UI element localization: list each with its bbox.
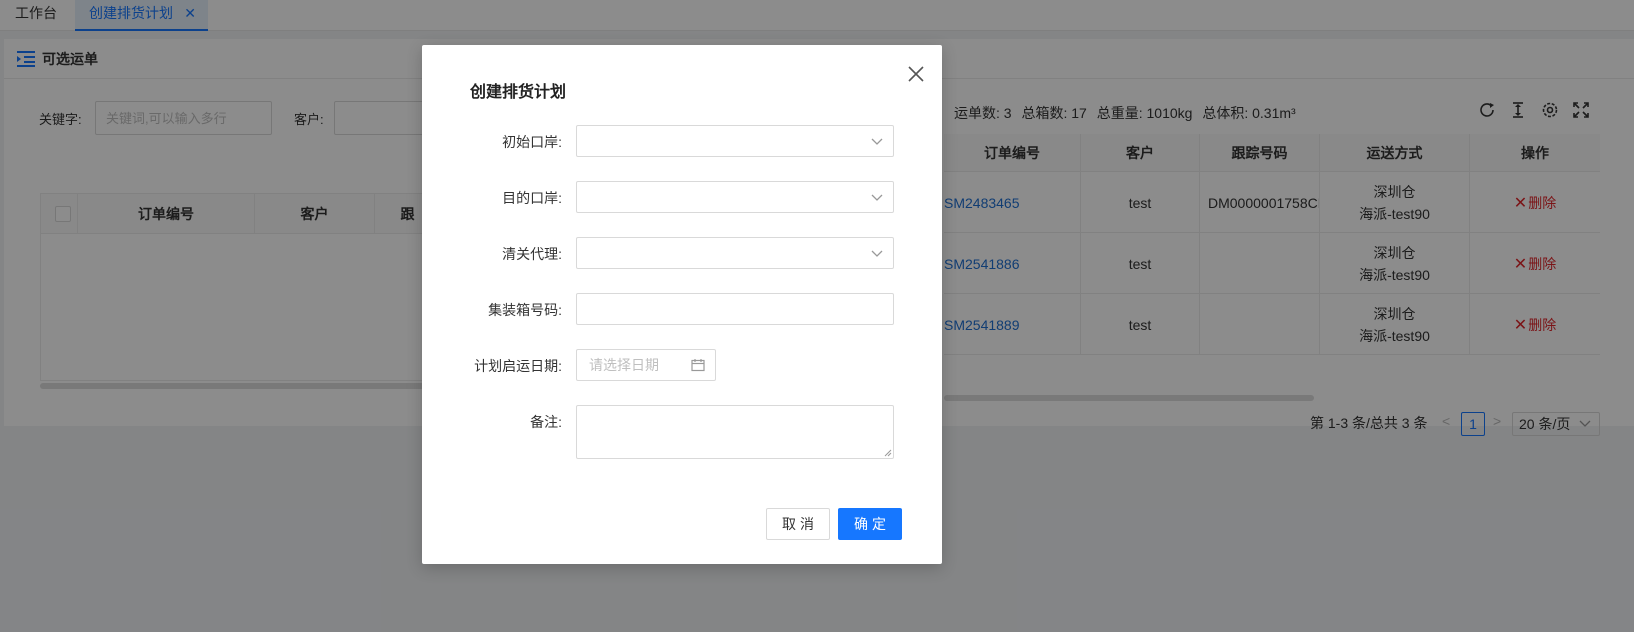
departure-date-picker[interactable]: 请选择日期 (576, 349, 716, 381)
origin-port-label: 初始口岸: (502, 134, 562, 150)
remarks-textarea[interactable] (576, 405, 894, 459)
cancel-button[interactable]: 取消 (766, 508, 830, 540)
date-placeholder: 请选择日期 (589, 357, 659, 373)
close-icon[interactable] (904, 62, 928, 86)
chevron-down-icon (871, 138, 883, 145)
customs-agent-select[interactable] (576, 237, 894, 269)
modal-title: 创建排货计划 (470, 84, 567, 101)
container-number-input[interactable] (576, 293, 894, 325)
departure-date-label: 计划启运日期: (474, 358, 562, 374)
confirm-button[interactable]: 确定 (838, 508, 902, 540)
origin-port-select[interactable] (576, 125, 894, 157)
chevron-down-icon (871, 250, 883, 257)
calendar-icon (691, 359, 705, 372)
resize-handle-icon[interactable] (884, 449, 892, 457)
remarks-label: 备注: (530, 414, 562, 430)
destination-port-select[interactable] (576, 181, 894, 213)
destination-port-label: 目的口岸: (502, 190, 562, 206)
create-plan-modal: 创建排货计划 初始口岸: 目的口岸: 清关代理: 集装箱号码: 计划启运日期: … (422, 45, 942, 564)
customs-agent-label: 清关代理: (502, 246, 562, 262)
container-number-label: 集装箱号码: (488, 302, 562, 318)
chevron-down-icon (871, 194, 883, 201)
